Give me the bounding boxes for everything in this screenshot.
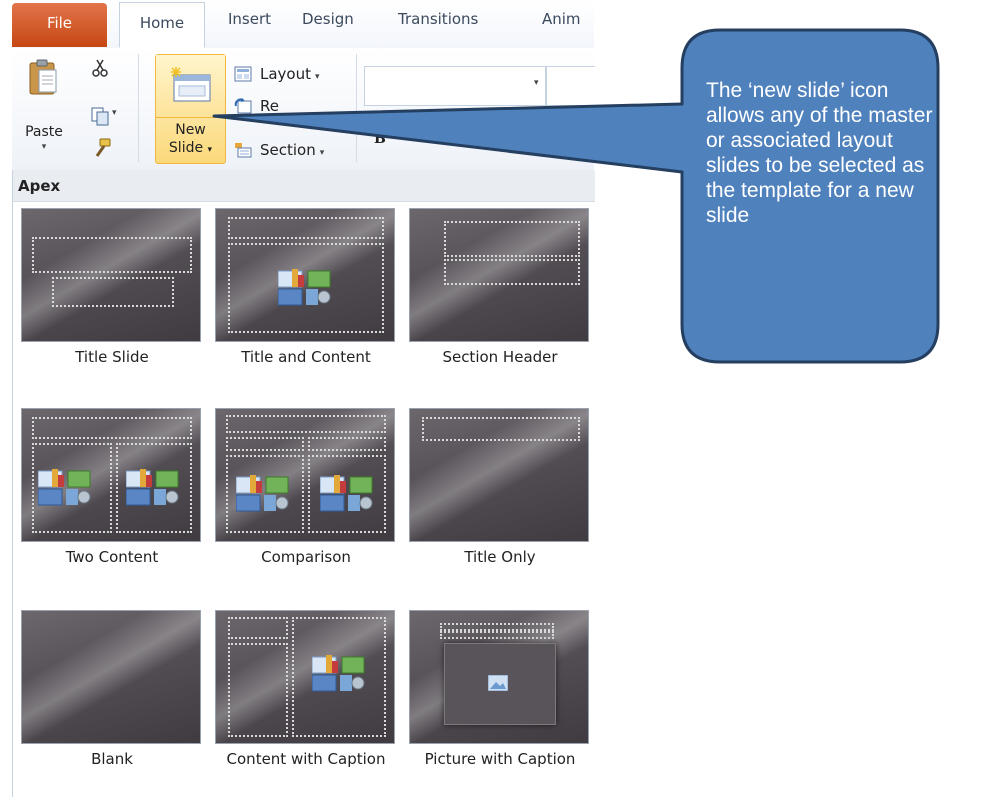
heading-placeholder-left xyxy=(226,437,304,451)
layout-thumbnail xyxy=(409,408,589,542)
content-icons xyxy=(38,469,91,506)
caption-text-placeholder xyxy=(228,643,288,737)
picture-icon xyxy=(488,675,508,691)
title-placeholder xyxy=(32,237,192,273)
layout-dropdown-icon: ▾ xyxy=(315,72,320,82)
layout-thumbnail xyxy=(21,408,201,542)
title-placeholder xyxy=(422,417,580,441)
section-label: Section xyxy=(260,141,316,159)
layout-label: Title Slide xyxy=(75,348,149,366)
new-slide-label[interactable]: New Slide ▾ xyxy=(156,121,225,159)
tab-home[interactable]: Home xyxy=(119,2,205,48)
new-slide-dropdown-icon: ▾ xyxy=(207,145,213,155)
new-slide-button[interactable]: New Slide ▾ xyxy=(155,54,226,164)
cut-icon[interactable] xyxy=(90,58,110,78)
clipboard-icon xyxy=(29,59,57,95)
new-slide-layout-gallery: Apex Title Slide Title and Content Secti… xyxy=(12,170,595,797)
layout-thumbnail xyxy=(215,208,395,342)
section-button[interactable]: Section ▾ xyxy=(234,138,324,162)
copy-dropdown-icon[interactable]: ▾ xyxy=(112,108,117,118)
text-placeholder xyxy=(444,259,580,285)
layout-button[interactable]: Layout ▾ xyxy=(234,62,320,86)
section-dropdown-icon: ▾ xyxy=(319,148,325,158)
new-slide-label-line2: Slide xyxy=(168,140,204,156)
layout-label: Two Content xyxy=(65,548,159,566)
powerpoint-window: File Home Insert Design Transitions Anim… xyxy=(12,0,595,797)
home-ribbon: Paste ▾ ▾ New Slide ▾ Layout ▾ Re Sectio… xyxy=(12,48,595,171)
layout-label: Blank xyxy=(91,750,133,768)
content-icons xyxy=(278,269,331,306)
layout-icon xyxy=(234,66,252,82)
font-size-combobox[interactable] xyxy=(546,66,595,106)
tab-design[interactable]: Design xyxy=(302,10,354,28)
layout-thumbnail xyxy=(215,408,395,542)
paste-dropdown-icon[interactable]: ▾ xyxy=(12,142,76,152)
theme-heading: Apex xyxy=(13,170,595,202)
layout-label: Section Header xyxy=(442,348,558,366)
caption-title-placeholder xyxy=(228,617,288,639)
caption-title-placeholder xyxy=(440,623,554,631)
heading-placeholder-right xyxy=(308,437,386,451)
reset-icon xyxy=(234,98,252,114)
tab-animations[interactable]: Anim xyxy=(542,10,581,28)
content-icons xyxy=(236,475,289,512)
title-placeholder xyxy=(226,415,386,433)
layout-thumbnail xyxy=(409,610,589,744)
layout-label: Picture with Caption xyxy=(424,750,576,768)
layout-thumbnail xyxy=(215,610,395,744)
paste-button[interactable]: Paste ▾ xyxy=(12,54,76,162)
layout-label: Title and Content xyxy=(241,348,371,366)
tab-transitions[interactable]: Transitions xyxy=(398,10,478,28)
new-slide-label-line1: New xyxy=(175,122,206,138)
group-divider xyxy=(356,54,357,162)
layout-label: Content with Caption xyxy=(226,750,386,768)
callout-text: The ‘new slide’ icon allows any of the m… xyxy=(706,79,933,227)
section-icon xyxy=(235,143,252,158)
content-icons xyxy=(126,469,179,506)
copy-icon[interactable] xyxy=(90,106,110,126)
bold-icon[interactable]: B xyxy=(374,131,386,147)
layout-label: Layout xyxy=(260,65,311,83)
font-name-combobox[interactable] xyxy=(364,66,546,106)
group-divider xyxy=(138,54,139,162)
paste-label: Paste xyxy=(25,124,63,140)
layout-thumbnail xyxy=(21,610,201,744)
content-icons xyxy=(320,475,373,512)
title-placeholder xyxy=(32,417,192,439)
font-name-dropdown-icon[interactable]: ▾ xyxy=(534,78,539,88)
layout-thumbnail xyxy=(21,208,201,342)
ribbon-tab-strip: File Home Insert Design Transitions Anim xyxy=(12,0,594,49)
subtitle-placeholder xyxy=(52,277,174,307)
format-painter-icon[interactable] xyxy=(92,138,112,158)
content-icons xyxy=(312,655,365,692)
tab-file[interactable]: File xyxy=(12,3,107,47)
reset-button[interactable]: Re xyxy=(234,94,279,118)
reset-label: Re xyxy=(260,97,279,115)
tab-insert[interactable]: Insert xyxy=(228,10,271,28)
layout-thumbnail xyxy=(409,208,589,342)
caption-text-placeholder xyxy=(440,631,554,639)
new-slide-icon xyxy=(171,67,211,102)
new-slide-icon-area[interactable] xyxy=(156,55,225,118)
title-placeholder xyxy=(228,217,384,239)
layout-label: Comparison xyxy=(261,548,351,566)
layout-label: Title Only xyxy=(464,548,536,566)
title-placeholder xyxy=(444,221,580,257)
